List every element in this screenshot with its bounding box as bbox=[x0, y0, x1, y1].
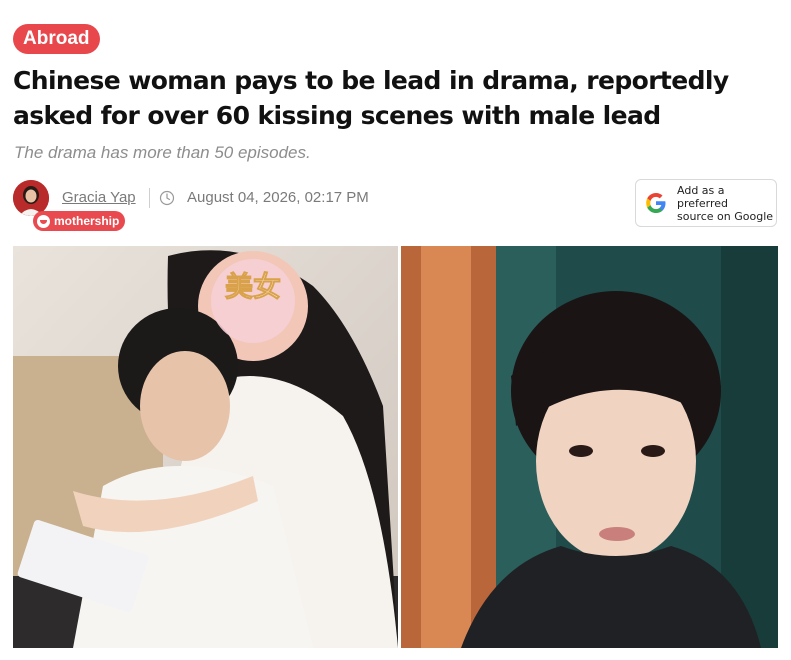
brand-badge-label: mothership bbox=[54, 214, 120, 228]
clock-icon bbox=[159, 190, 175, 206]
sticker-text: 美女 bbox=[225, 270, 281, 303]
google-preferred-source-button[interactable]: Add as a preferred source on Google bbox=[635, 179, 777, 227]
category-badge[interactable]: Abroad bbox=[13, 24, 100, 54]
article-subtitle: The drama has more than 50 episodes. bbox=[14, 143, 311, 162]
google-button-line2: source on Google bbox=[677, 209, 774, 223]
google-g-icon bbox=[646, 193, 666, 213]
article-headline: Chinese woman pays to be lead in drama, … bbox=[13, 66, 729, 130]
google-button-text: Add as a preferred source on Google bbox=[677, 184, 776, 223]
face-sticker: 美女 bbox=[211, 259, 295, 343]
publish-timestamp: August 04, 2026, 02:17 PM bbox=[187, 189, 369, 206]
mothership-logo-icon bbox=[37, 214, 50, 228]
article-photo-right bbox=[401, 246, 778, 648]
author-link[interactable]: Gracia Yap bbox=[62, 189, 136, 206]
article-photo-left: 美女 bbox=[13, 246, 398, 648]
meta-divider bbox=[149, 188, 150, 208]
google-button-line1: Add as a preferred bbox=[677, 183, 729, 210]
brand-badge[interactable]: mothership bbox=[33, 211, 126, 231]
